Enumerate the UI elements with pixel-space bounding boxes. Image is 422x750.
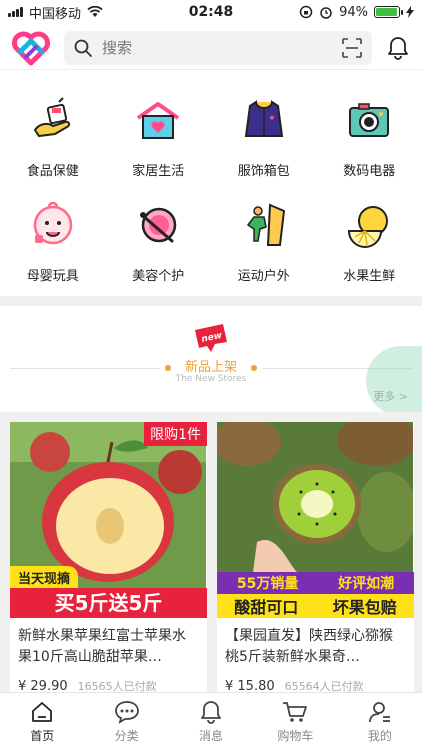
- guarantee-banner: 酸甜可口 坏果包赔: [217, 594, 414, 618]
- product-title: 新鲜水果苹果红富士苹果水果10斤高山脆甜苹果…: [18, 628, 186, 665]
- profile-icon: [368, 702, 390, 723]
- section-divider: [0, 296, 422, 306]
- fresh-fruit-icon: [348, 206, 389, 248]
- tab-label: 首页: [30, 729, 55, 743]
- home-life-icon: [137, 102, 180, 139]
- tab-messages[interactable]: 消息: [169, 693, 253, 750]
- promo-banner: 买5斤送5斤: [10, 588, 207, 618]
- bottom-tab-bar: 首页 分类 消息 购物车 我的: [0, 692, 422, 750]
- product-title: 【果园直发】陕西绿心猕猴桃5斤装新鲜水果奇…: [225, 628, 393, 665]
- sales-volume-text: 55万销量: [236, 576, 299, 592]
- category-sports-outdoor[interactable]: 运动户外: [211, 183, 317, 288]
- battery-level-fill: [376, 8, 397, 16]
- tab-label: 购物车: [277, 729, 314, 743]
- carrier-label: 中国移动: [29, 6, 82, 22]
- battery-percent: 94%: [339, 4, 368, 20]
- search-input[interactable]: [102, 38, 332, 57]
- bell-icon: [201, 701, 221, 724]
- tab-home[interactable]: 首页: [0, 693, 84, 750]
- signal-icon: [8, 7, 23, 17]
- product-list: 限购1件 当天现摘 买5斤送5斤 新鲜水果苹果红富士苹果水果10斤高山脆甜苹果……: [0, 412, 422, 702]
- scan-icon[interactable]: [342, 37, 362, 58]
- clothing-bags-icon: [244, 100, 283, 137]
- beauty-care-icon: [140, 207, 177, 243]
- baby-toys-icon: [33, 201, 72, 245]
- section-subtitle: The New Stores: [175, 374, 247, 384]
- category-label: 食品保健: [26, 164, 79, 179]
- product-image-kiwi[interactable]: 55万销量 好评如潮 酸甜可口 坏果包赔: [217, 422, 414, 618]
- rotation-lock-icon: [299, 5, 313, 19]
- tab-profile[interactable]: 我的: [338, 693, 422, 750]
- tab-label: 分类: [114, 729, 139, 743]
- notification-bell-button[interactable]: [384, 34, 412, 62]
- tab-cart[interactable]: 购物车: [253, 693, 337, 750]
- category-label: 数码电器: [343, 164, 396, 179]
- category-label: 服饰箱包: [237, 164, 290, 179]
- category-grid: 食品保健 家居生活 服饰箱包 数码电器 母婴玩具 美容个护 运动户外 水果生鲜: [0, 78, 422, 288]
- product-image-apple[interactable]: 限购1件 当天现摘 买5斤送5斤: [10, 422, 207, 618]
- sales-banner: 55万销量 好评如潮: [217, 572, 414, 594]
- new-stores-section: new 新品上架 The New Stores 更多 >: [0, 306, 422, 416]
- tab-label: 消息: [199, 729, 224, 743]
- taste-text: 酸甜可口: [234, 598, 299, 617]
- limit-badge: 限购1件: [144, 422, 207, 446]
- digital-camera-icon: [349, 103, 390, 137]
- fresh-picked-tag: 当天现摘: [10, 566, 79, 589]
- search-icon: [74, 39, 92, 57]
- wifi-icon: [87, 6, 103, 17]
- sports-outdoor-icon: [246, 203, 285, 246]
- cart-icon: [283, 702, 308, 722]
- product-card[interactable]: 限购1件 当天现摘 买5斤送5斤 新鲜水果苹果红富士苹果水果10斤高山脆甜苹果……: [10, 422, 207, 702]
- category-label: 运动户外: [237, 269, 290, 284]
- category-clothing-bags[interactable]: 服饰箱包: [211, 78, 317, 183]
- category-label: 美容个护: [132, 269, 185, 284]
- alarm-icon: [320, 7, 332, 19]
- category-home-life[interactable]: 家居生活: [106, 78, 212, 183]
- tab-label: 我的: [367, 729, 392, 743]
- category-beauty-care[interactable]: 美容个护: [106, 183, 212, 288]
- charging-icon: [406, 6, 414, 18]
- app-logo-icon[interactable]: [10, 29, 52, 67]
- floating-assist-button[interactable]: [366, 346, 422, 416]
- section-title: 新品上架: [184, 360, 237, 375]
- category-food-health[interactable]: 食品保健: [0, 78, 106, 183]
- category-digital[interactable]: 数码电器: [317, 78, 422, 183]
- product-card[interactable]: 55万销量 好评如潮 酸甜可口 坏果包赔 【果园直发】陕西绿心猕猴桃5斤装新鲜水…: [217, 422, 414, 702]
- category-baby-toys[interactable]: 母婴玩具: [0, 183, 106, 288]
- top-header: [0, 26, 422, 70]
- category-chat-icon: [114, 701, 139, 724]
- tab-category[interactable]: 分类: [84, 693, 168, 750]
- category-label: 母婴玩具: [26, 269, 79, 284]
- food-health-icon: [33, 97, 70, 138]
- new-badge-icon: new: [195, 324, 227, 352]
- category-fresh-fruit[interactable]: 水果生鲜: [317, 183, 422, 288]
- home-icon: [32, 702, 53, 722]
- bell-icon: [388, 36, 408, 60]
- category-label: 水果生鲜: [343, 269, 396, 284]
- status-bar: 中国移动 02:48 94%: [0, 0, 422, 24]
- category-label: 家居生活: [132, 164, 185, 179]
- search-bar[interactable]: [64, 30, 372, 65]
- reviews-text: 好评如潮: [338, 576, 395, 592]
- guarantee-text: 坏果包赔: [332, 598, 397, 617]
- battery-icon: [374, 6, 403, 18]
